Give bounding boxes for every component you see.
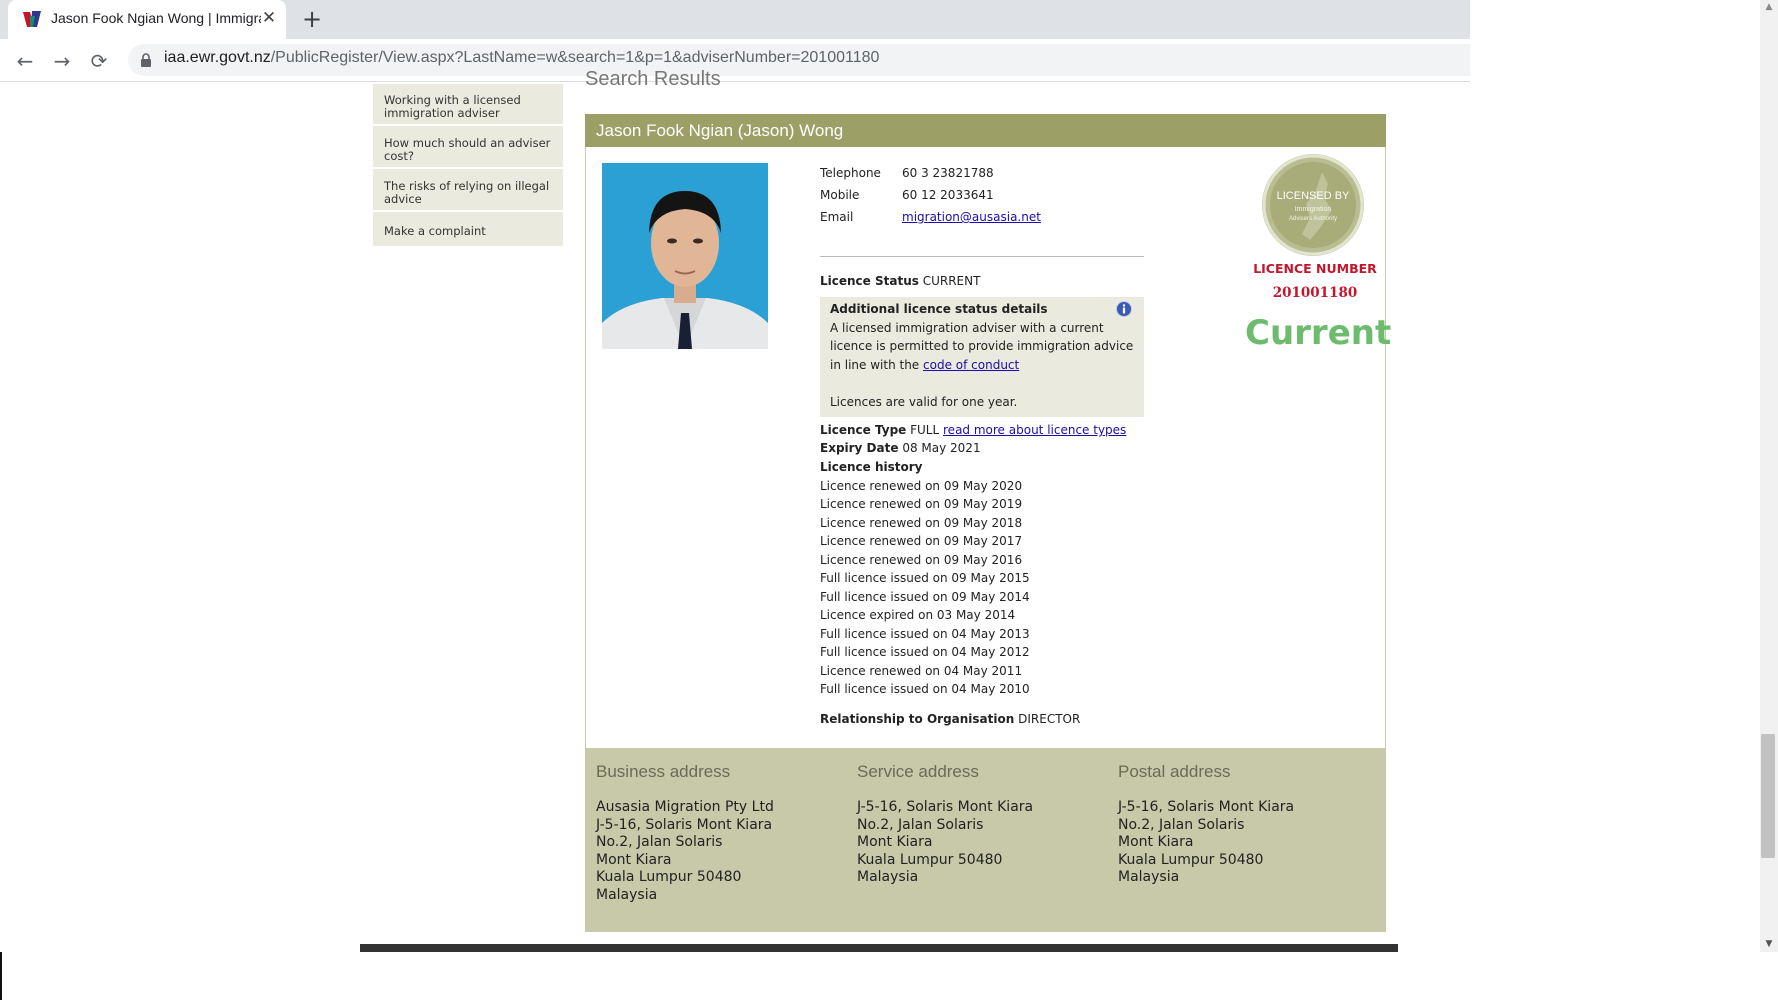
current-status-badge: Current <box>1245 313 1392 353</box>
footer-divider <box>360 944 1398 952</box>
scrollbar-thumb[interactable] <box>1761 734 1775 858</box>
licence-status-value: CURRENT <box>922 274 981 288</box>
sidebar-item-working-with-adviser[interactable]: Working with a licensed immigration advi… <box>373 88 563 126</box>
sidebar-item-illegal-advice[interactable]: The risks of relying on illegal advice <box>373 174 563 212</box>
url-host: iaa.ewr.govt.nz <box>164 49 271 66</box>
window-edge <box>0 952 2 1000</box>
status-details-line: in line with the code of conduct <box>830 358 1019 372</box>
url-text[interactable]: iaa.ewr.govt.nz/PublicRegister/View.aspx… <box>164 49 879 67</box>
info-icon[interactable] <box>1116 301 1132 317</box>
address-line: Kuala Lumpur 50480 <box>857 851 1003 868</box>
licence-type-label: Licence Type <box>820 423 907 437</box>
history-item: Licence renewed on 04 May 2011 <box>820 664 1023 678</box>
history-item: Licence renewed on 09 May 2018 <box>820 516 1023 530</box>
address-line: No.2, Jalan Solaris <box>857 816 984 833</box>
sidebar-item-label: Make a complaint <box>384 224 486 238</box>
business-address-title: Business address <box>596 762 731 781</box>
address-line: Ausasia Migration Pty Ltd <box>596 799 774 815</box>
history-item: Licence expired on 03 May 2014 <box>820 608 1016 622</box>
licence-number: 201001180 <box>1272 285 1358 301</box>
postal-address-title: Postal address <box>1118 762 1231 781</box>
sidebar-item-label: Working with a licensed immigration advi… <box>384 93 521 120</box>
browser-tab[interactable]: Jason Fook Ngian Wong | Immigration Advi… <box>8 0 286 39</box>
address-line: Mont Kiara <box>1118 834 1194 851</box>
address-line: Malaysia <box>1118 869 1180 886</box>
service-address: Service address J-5-16, Solaris Mont Kia… <box>857 762 1033 887</box>
lock-icon <box>141 53 151 67</box>
status-details-text: in line with the <box>830 358 920 372</box>
business-address: Business address Ausasia Migration Pty L… <box>596 762 774 905</box>
licence-history-label: Licence history <box>820 460 923 474</box>
licence-type-value: FULL <box>910 423 940 437</box>
address-line: J-5-16, Solaris Mont Kiara <box>1118 799 1295 815</box>
close-icon[interactable]: ✕ <box>260 8 278 28</box>
address-line: Malaysia <box>857 869 919 886</box>
history-item: Licence renewed on 09 May 2019 <box>820 497 1023 511</box>
sidebar-item-adviser-cost[interactable]: How much should an adviser cost? <box>373 131 563 169</box>
sidebar-item-label: The risks of relying on illegal advice <box>384 179 550 206</box>
status-details-line: licence is permitted to provide immigrat… <box>830 339 1134 353</box>
licence-status-label: Licence Status <box>820 274 919 288</box>
adviser-photo <box>602 163 768 349</box>
relationship-row: Relationship to Organisation DIRECTOR <box>820 712 1080 726</box>
sidebar-item-label: How much should an adviser cost? <box>384 136 551 163</box>
back-arrow-icon[interactable]: ← <box>13 49 37 73</box>
telephone-label: Telephone <box>820 166 881 180</box>
tab-title: Jason Fook Ngian Wong | Immigration Advi… <box>51 10 261 26</box>
scroll-down-arrow-icon[interactable]: ▼ <box>1762 937 1776 951</box>
status-details-note: Licences are valid for one year. <box>830 395 1018 409</box>
divider <box>820 256 1144 257</box>
postal-address: Postal address J-5-16, Solaris Mont Kiar… <box>1118 762 1294 887</box>
address-line: No.2, Jalan Solaris <box>1118 816 1245 833</box>
adviser-name: Jason Fook Ngian (Jason) Wong <box>596 121 844 140</box>
history-item: Full licence issued on 09 May 2015 <box>820 571 1030 585</box>
expiry-row: Expiry Date 08 May 2021 <box>820 441 981 455</box>
history-item: Licence renewed on 09 May 2020 <box>820 479 1023 493</box>
address-line: No.2, Jalan Solaris <box>596 834 723 851</box>
reload-icon[interactable]: ⟳ <box>87 49 111 73</box>
url-path: /PublicRegister/View.aspx?LastName=w&sea… <box>270 49 880 66</box>
address-line: Mont Kiara <box>857 834 933 851</box>
history-item: Full licence issued on 04 May 2012 <box>820 645 1030 659</box>
expiry-value: 08 May 2021 <box>902 441 981 455</box>
email-label: Email <box>820 210 854 224</box>
mobile-label: Mobile <box>820 188 860 202</box>
page-heading: Search Results <box>585 68 721 90</box>
address-line: Malaysia <box>596 886 658 903</box>
address-line: J-5-16, Solaris Mont Kiara <box>596 816 773 833</box>
licence-number-label: LICENCE NUMBER <box>1253 261 1377 276</box>
status-details-line: A licensed immigration adviser with a cu… <box>830 321 1104 335</box>
address-line: Kuala Lumpur 50480 <box>1118 851 1264 868</box>
status-details-title: Additional licence status details <box>830 302 1048 316</box>
history-item: Full licence issued on 09 May 2014 <box>820 590 1030 604</box>
seal-text: Advisers Authority <box>1289 216 1337 222</box>
licence-types-link[interactable]: read more about licence types <box>943 423 1126 437</box>
seal-text: LICENSED BY <box>1277 190 1350 202</box>
history-item: Licence renewed on 09 May 2017 <box>820 534 1023 548</box>
new-tab-plus-icon[interactable]: + <box>300 7 324 31</box>
service-address-title: Service address <box>857 762 979 781</box>
mobile-value: 60 12 2033641 <box>902 188 994 202</box>
forward-arrow-icon[interactable]: → <box>50 49 74 73</box>
email-link[interactable]: migration@ausasia.net <box>902 210 1041 224</box>
address-line: Kuala Lumpur 50480 <box>596 869 742 886</box>
relationship-label: Relationship to Organisation <box>820 712 1015 726</box>
relationship-value: DIRECTOR <box>1018 712 1081 726</box>
code-of-conduct-link[interactable]: code of conduct <box>923 358 1019 372</box>
expiry-label: Expiry Date <box>820 441 899 455</box>
address-line: Mont Kiara <box>596 851 672 868</box>
address-line: J-5-16, Solaris Mont Kiara <box>857 799 1034 815</box>
licence-type-row: Licence Type FULL read more about licenc… <box>820 423 1126 437</box>
iaa-favicon-icon <box>23 11 41 27</box>
licence-status-row: Licence Status CURRENT <box>820 274 980 288</box>
seal-text: Immigration <box>1295 206 1332 213</box>
history-item: Full licence issued on 04 May 2013 <box>820 627 1030 641</box>
telephone-value: 60 3 23821788 <box>902 166 994 180</box>
history-item: Full licence issued on 04 May 2010 <box>820 682 1030 696</box>
sidebar-item-make-complaint[interactable]: Make a complaint <box>373 217 563 246</box>
history-item: Licence renewed on 09 May 2016 <box>820 553 1023 567</box>
licensed-by-seal: LICENSED BY Immigration Advisers Authori… <box>1262 154 1364 256</box>
scroll-up-arrow-icon[interactable]: ▲ <box>1762 0 1776 14</box>
